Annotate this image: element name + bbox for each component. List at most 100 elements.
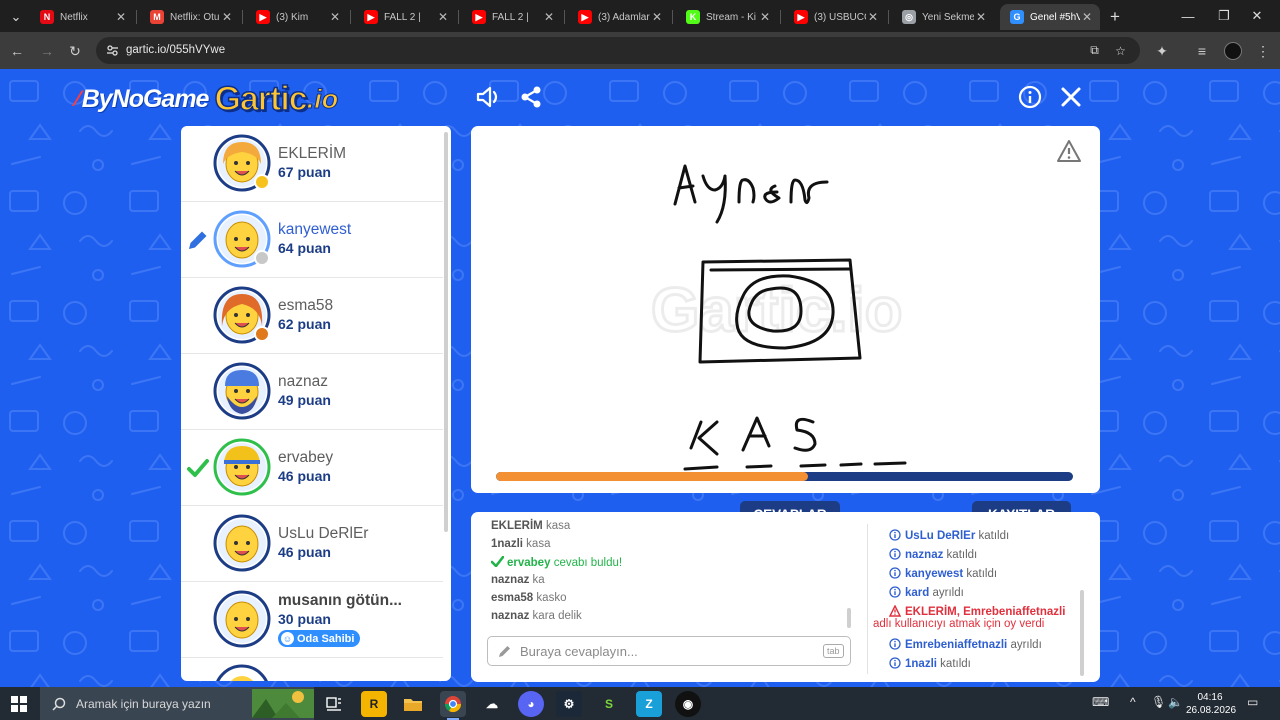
taskbar-search-input[interactable]: Aramak için buraya yazın bbox=[76, 697, 211, 711]
guess-message: naznaz ka bbox=[491, 574, 545, 586]
media-control-icon[interactable]: ≡ bbox=[1191, 40, 1213, 62]
player-row[interactable]: esma58 62 puan bbox=[181, 278, 443, 354]
player-list-scrollbar[interactable] bbox=[444, 132, 448, 532]
guess-message: naznaz kara delik bbox=[491, 610, 582, 622]
file-explorer-icon[interactable] bbox=[400, 691, 426, 717]
player-row[interactable]: EKLERİM 67 puan bbox=[181, 126, 443, 202]
address-bar[interactable]: gartic.io/055hVYwe ⧉ ☆ bbox=[96, 37, 1140, 64]
browser-tab[interactable]: ▶ FALL 2 | ✕ bbox=[462, 4, 562, 30]
task-view-icon[interactable] bbox=[321, 691, 347, 717]
player-row[interactable]: kanyewest 64 puan bbox=[181, 202, 443, 278]
player-list[interactable]: EKLERİM 67 puan kanyewest 64 puan esma58 62 p… bbox=[181, 126, 451, 681]
player-row[interactable]: musanın götün... 30 puan ☺ Oda Sahibi bbox=[181, 582, 443, 658]
tab-separator bbox=[672, 10, 673, 24]
close-tab-icon[interactable]: ✕ bbox=[866, 10, 880, 24]
tray-expand-icon[interactable]: ^ bbox=[1130, 695, 1136, 709]
info-circle-icon bbox=[889, 657, 901, 669]
taskbar-search[interactable]: Aramak için buraya yazın bbox=[40, 687, 314, 720]
report-warning-icon[interactable] bbox=[1056, 139, 1082, 163]
browser-tab[interactable]: ▶ FALL 2 | ✕ bbox=[354, 4, 456, 30]
obs-studio-icon[interactable]: ◉ bbox=[675, 691, 701, 717]
browser-tab[interactable]: ◎ Yeni Sekme ✕ bbox=[892, 4, 994, 30]
taskbar-clock[interactable]: 04:16 26.08.2026 bbox=[1186, 691, 1236, 717]
answers-list[interactable]: EKLERİM kasa 1nazli kasa ervabey cevabı bu… bbox=[471, 512, 857, 682]
info-circle-icon bbox=[889, 548, 901, 560]
browser-tab[interactable]: G Genel #5hV ✕ bbox=[1000, 4, 1100, 30]
logs-scrollbar[interactable] bbox=[1080, 590, 1084, 676]
microphone-icon[interactable]: 🎙 bbox=[1151, 695, 1166, 709]
player-row[interactable]: naznaz 49 puan bbox=[181, 354, 443, 430]
browser-menu-icon[interactable]: ⋮ bbox=[1252, 40, 1274, 62]
drawing-canvas: Gartic.io bbox=[650, 164, 907, 471]
razer-icon[interactable]: S bbox=[596, 691, 622, 717]
log-user: Emrebeniaffetnazli bbox=[905, 639, 1008, 651]
bookmark-star-icon[interactable]: ☆ bbox=[1112, 42, 1129, 59]
blitz-icon[interactable]: Z bbox=[636, 691, 662, 717]
message-text: kasa bbox=[545, 520, 571, 532]
discord-icon[interactable]: ◕ bbox=[518, 691, 544, 717]
close-tab-icon[interactable]: ✕ bbox=[974, 10, 988, 24]
log-user: 1nazli bbox=[905, 658, 937, 670]
close-tab-icon[interactable]: ✕ bbox=[328, 10, 342, 24]
browser-tab-label: (3) Adamlar bbox=[598, 11, 650, 23]
forward-button[interactable]: → bbox=[36, 40, 58, 62]
gartic-logo[interactable]: ⁄ ByNoGame Gartic .io bbox=[76, 75, 339, 123]
touch-keyboard-icon[interactable]: ⌨ bbox=[1092, 695, 1109, 709]
guess-message: 1nazli kasa bbox=[491, 538, 550, 550]
profile-avatar[interactable] bbox=[1222, 40, 1244, 62]
log-user: UsLu DeRlEr bbox=[905, 530, 976, 542]
reload-button[interactable]: ↻ bbox=[64, 40, 86, 62]
answer-input[interactable] bbox=[520, 641, 810, 661]
browser-tab-label: Stream - Ki bbox=[706, 11, 757, 23]
netflix-icon: N bbox=[40, 10, 54, 24]
cloud-app-icon[interactable]: ☁ bbox=[479, 691, 505, 717]
answers-scrollbar[interactable] bbox=[847, 608, 851, 628]
volume-icon[interactable]: 🔈 bbox=[1168, 695, 1183, 709]
notifications-icon[interactable]: ▭ bbox=[1247, 695, 1258, 709]
logs-list[interactable]: UsLu DeRlEr katıldı naznaz katıldı kanyewe… bbox=[869, 512, 1100, 682]
browser-tab[interactable]: ▶ (3) USBUCC ✕ bbox=[784, 4, 886, 30]
player-avatar bbox=[213, 514, 271, 572]
chrome-taskbar-icon[interactable] bbox=[440, 691, 466, 720]
close-tab-icon[interactable]: ✕ bbox=[542, 10, 556, 24]
new-tab-button[interactable]: + bbox=[1104, 6, 1126, 28]
info-icon[interactable] bbox=[1016, 83, 1044, 111]
rockstar-launcher-icon[interactable]: R bbox=[361, 691, 387, 717]
close-tab-icon[interactable]: ✕ bbox=[220, 10, 234, 24]
browser-tab[interactable]: ▶ (3) Kim ✕ bbox=[246, 4, 348, 30]
steam-icon[interactable]: ⚙ bbox=[556, 691, 582, 717]
browser-tab[interactable]: ▶ (3) Adamlar ✕ bbox=[568, 4, 670, 30]
player-row[interactable]: UsLu DeRlEr 46 puan bbox=[181, 506, 443, 582]
close-tab-icon[interactable]: ✕ bbox=[114, 10, 128, 24]
player-row[interactable]: ervabey 46 puan bbox=[181, 430, 443, 506]
url-text[interactable]: gartic.io/055hVYwe bbox=[126, 44, 225, 56]
message-text: ka bbox=[532, 574, 545, 586]
close-tab-icon[interactable]: ✕ bbox=[758, 10, 772, 24]
close-tab-icon[interactable]: ✕ bbox=[650, 10, 664, 24]
owner-icon: ☺ bbox=[281, 632, 294, 645]
log-text: katıldı bbox=[966, 568, 998, 580]
message-user: ervabey bbox=[507, 557, 551, 569]
back-button[interactable]: ← bbox=[6, 40, 28, 62]
share-icon[interactable] bbox=[517, 83, 545, 111]
tab-search-button[interactable]: ⌄ bbox=[5, 6, 27, 28]
close-tab-icon[interactable]: ✕ bbox=[1080, 10, 1094, 24]
player-avatar bbox=[213, 590, 271, 648]
sound-toggle-icon[interactable] bbox=[475, 83, 503, 111]
browser-tab[interactable]: K Stream - Ki ✕ bbox=[676, 4, 778, 30]
start-button[interactable] bbox=[0, 687, 38, 720]
close-window-button[interactable]: ✕ bbox=[1234, 0, 1280, 32]
guessed-check-icon bbox=[187, 457, 209, 479]
install-app-icon[interactable]: ⧉ bbox=[1086, 42, 1103, 59]
browser-tab[interactable]: N Netflix ✕ bbox=[30, 4, 134, 30]
player-score: 49 puan bbox=[278, 392, 331, 408]
close-tab-icon[interactable]: ✕ bbox=[436, 10, 450, 24]
extensions-icon[interactable]: ✦ bbox=[1151, 40, 1173, 62]
player-name: UsLu DeRlEr bbox=[278, 525, 369, 542]
drawing-canvas-panel: Gartic.io bbox=[471, 126, 1100, 493]
answer-input-box[interactable]: tab bbox=[487, 636, 851, 666]
join-leave-log: UsLu DeRlEr katıldı bbox=[889, 529, 1009, 542]
exit-room-icon[interactable] bbox=[1057, 83, 1085, 111]
site-info-icon[interactable] bbox=[104, 42, 121, 59]
browser-tab[interactable]: M Netflix: Otu ✕ bbox=[140, 4, 240, 30]
